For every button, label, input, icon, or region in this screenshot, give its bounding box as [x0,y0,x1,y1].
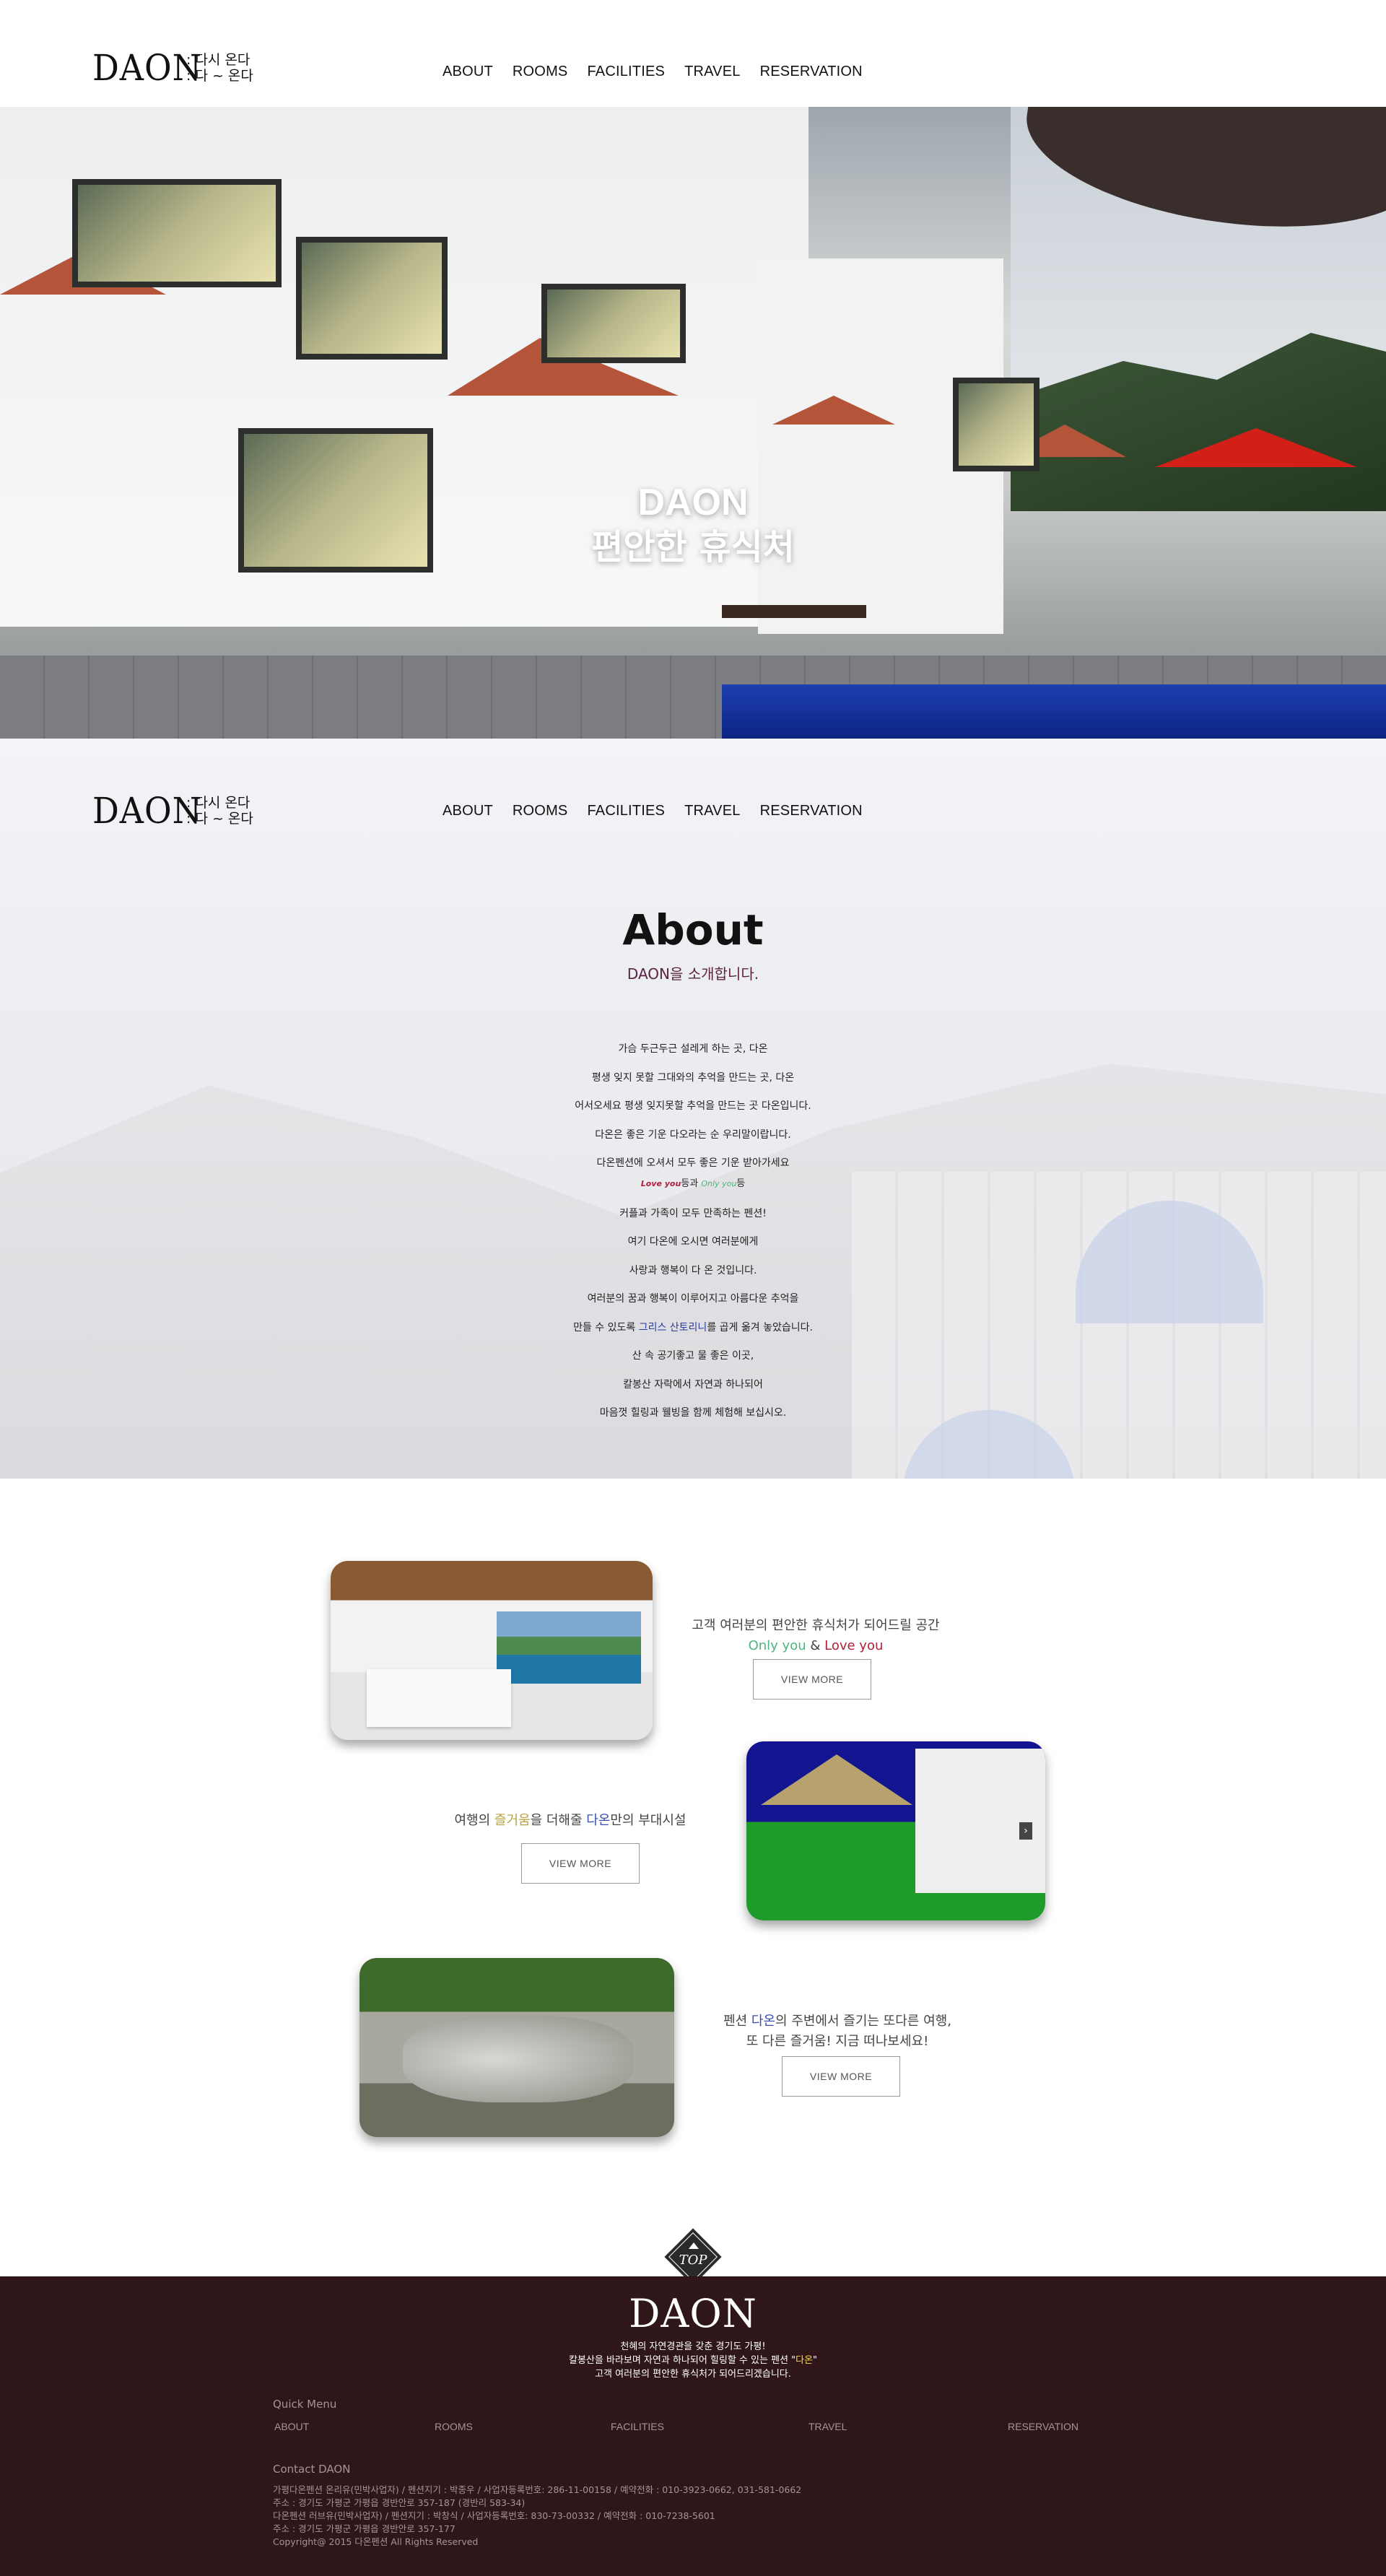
sticky-header: DAON : 다시 온다 : 다 ~ 온다 ABOUT ROOMS FACILI… [0,739,1386,845]
main-nav: ABOUT ROOMS FACILITIES TRAVEL RESERVATIO… [443,803,882,819]
quick-menu-label: Quick Menu [273,2398,337,2411]
quick-menu: ABOUT ROOMS FACILITIES TRAVEL RESERVATIO… [274,2421,1141,2435]
facilities-view-more-button[interactable]: VIEW MORE [521,1843,640,1884]
quick-menu-about[interactable]: ABOUT [274,2421,309,2432]
about-line: 커플과 가족이 모두 만족하는 펜션! [619,1207,767,1219]
about-line: 마음껏 힐링과 웰빙을 함께 체험해 보십시오. [599,1407,787,1419]
pool [722,684,1386,739]
travel-photo[interactable] [359,1958,674,2137]
about-line: 가슴 두근두근 설레게 하는 곳, 다온 [618,1043,768,1055]
nav-reservation[interactable]: RESERVATION [760,64,863,80]
hero-subtitle: 편안한 휴식처 [591,527,795,567]
hero-banner: DAON 편안한 휴식처 [0,107,1386,739]
nav-reservation[interactable]: RESERVATION [760,803,863,819]
site-header: DAON : 다시 온다 : 다 ~ 온다 ABOUT ROOMS FACILI… [0,0,1386,107]
nav-facilities[interactable]: FACILITIES [587,803,665,819]
about-line: 여기 다온에 오시면 여러분에게 [627,1236,759,1248]
nav-rooms[interactable]: ROOMS [513,64,568,80]
quick-menu-rooms[interactable]: ROOMS [435,2421,473,2432]
about-subtitle: DAON을 소개합니다. [627,965,759,983]
facilities-text: 여행의 즐거움을 더해줄 다온만의 부대시설 [454,1813,687,1828]
hero-title: DAON [637,482,749,523]
copyright: Copyright@ 2015 다온펜션 All Rights Reserved [273,2536,479,2547]
about-line: 어서오세요 평생 잊지못할 추억을 만드는 곳 다온입니다. [575,1100,811,1112]
about-line-love: Love you등과 Only you등 [640,1178,746,1189]
about-line: 평생 잊지 못할 그대와의 추억을 만드는 곳, 다온 [591,1071,795,1084]
nav-about[interactable]: ABOUT [443,803,493,819]
site-footer: DAON 천혜의 자연경관을 갖춘 경기도 가평! 칼봉산을 바라보며 자연과 … [0,2276,1386,2576]
travel-text: 펜션 다온의 주변에서 즐기는 또다른 여행, 또 다른 즐거움! 지금 떠나보… [723,2014,951,2049]
nav-facilities[interactable]: FACILITIES [587,64,665,80]
nav-about[interactable]: ABOUT [443,64,493,80]
logo-subtitle: : 다시 온다 : 다 ~ 온다 [186,52,253,84]
chevron-right-icon[interactable]: › [1019,1822,1032,1840]
rooms-view-more-button[interactable]: VIEW MORE [753,1659,871,1700]
arrow-up-icon [689,2242,699,2249]
about-line: 사랑과 행복이 다 온 것입니다. [629,1264,757,1276]
quick-menu-reservation[interactable]: RESERVATION [1008,2421,1078,2432]
room-photo[interactable] [331,1561,653,1740]
about-line: 다온은 좋은 기운 다오라는 순 우리말이랍니다. [595,1128,791,1141]
rooms-text: 고객 여러분의 편안한 휴식처가 되어드릴 공간 Only you & Love… [692,1618,940,1653]
footer-tagline: 천혜의 자연경관을 갖춘 경기도 가평! 칼봉산을 바라보며 자연과 하나되어 … [568,2341,818,2380]
logo-wordmark: DAON [92,47,202,89]
footer-logo: DAON [629,2291,757,2336]
contact-info: 가평다온펜션 온리유(민박사업자) / 펜션지기 : 박종우 / 사업자등록번호… [273,2484,802,2547]
about-line: 산 속 공기좋고 물 좋은 이곳, [632,1350,754,1362]
about-line-santorini: 만들 수 있도록 그리스 산토리니를 곱게 옮겨 놓았습니다. [573,1321,813,1333]
about-title: About [622,905,764,954]
about-description: 가슴 두근두근 설레게 하는 곳, 다온 평생 잊지 못할 그대와의 추억을 만… [0,1042,1386,1435]
logo-wordmark: DAON [92,790,202,832]
about-line: 칼봉산 자락에서 자연과 하나되어 [623,1378,763,1391]
nav-rooms[interactable]: ROOMS [513,803,568,819]
about-section: DAON : 다시 온다 : 다 ~ 온다 ABOUT ROOMS FACILI… [0,739,1386,1479]
travel-view-more-button[interactable]: VIEW MORE [782,2056,900,2097]
about-line: 여러분의 꿈과 행복이 이루어지고 아름다운 추억을 [587,1293,799,1305]
quick-menu-travel[interactable]: TRAVEL [808,2421,847,2432]
features-section: 고객 여러분의 편안한 휴식처가 되어드릴 공간 Only you & Love… [0,1479,1386,2286]
quick-menu-facilities[interactable]: FACILITIES [611,2421,664,2432]
logo-subtitle: : 다시 온다 : 다 ~ 온다 [186,795,253,827]
nav-travel[interactable]: TRAVEL [684,64,741,80]
facilities-photo[interactable]: › [746,1741,1045,1920]
nav-travel[interactable]: TRAVEL [684,803,741,819]
main-nav: ABOUT ROOMS FACILITIES TRAVEL RESERVATIO… [443,64,882,80]
contact-label: Contact DAON [273,2463,351,2476]
